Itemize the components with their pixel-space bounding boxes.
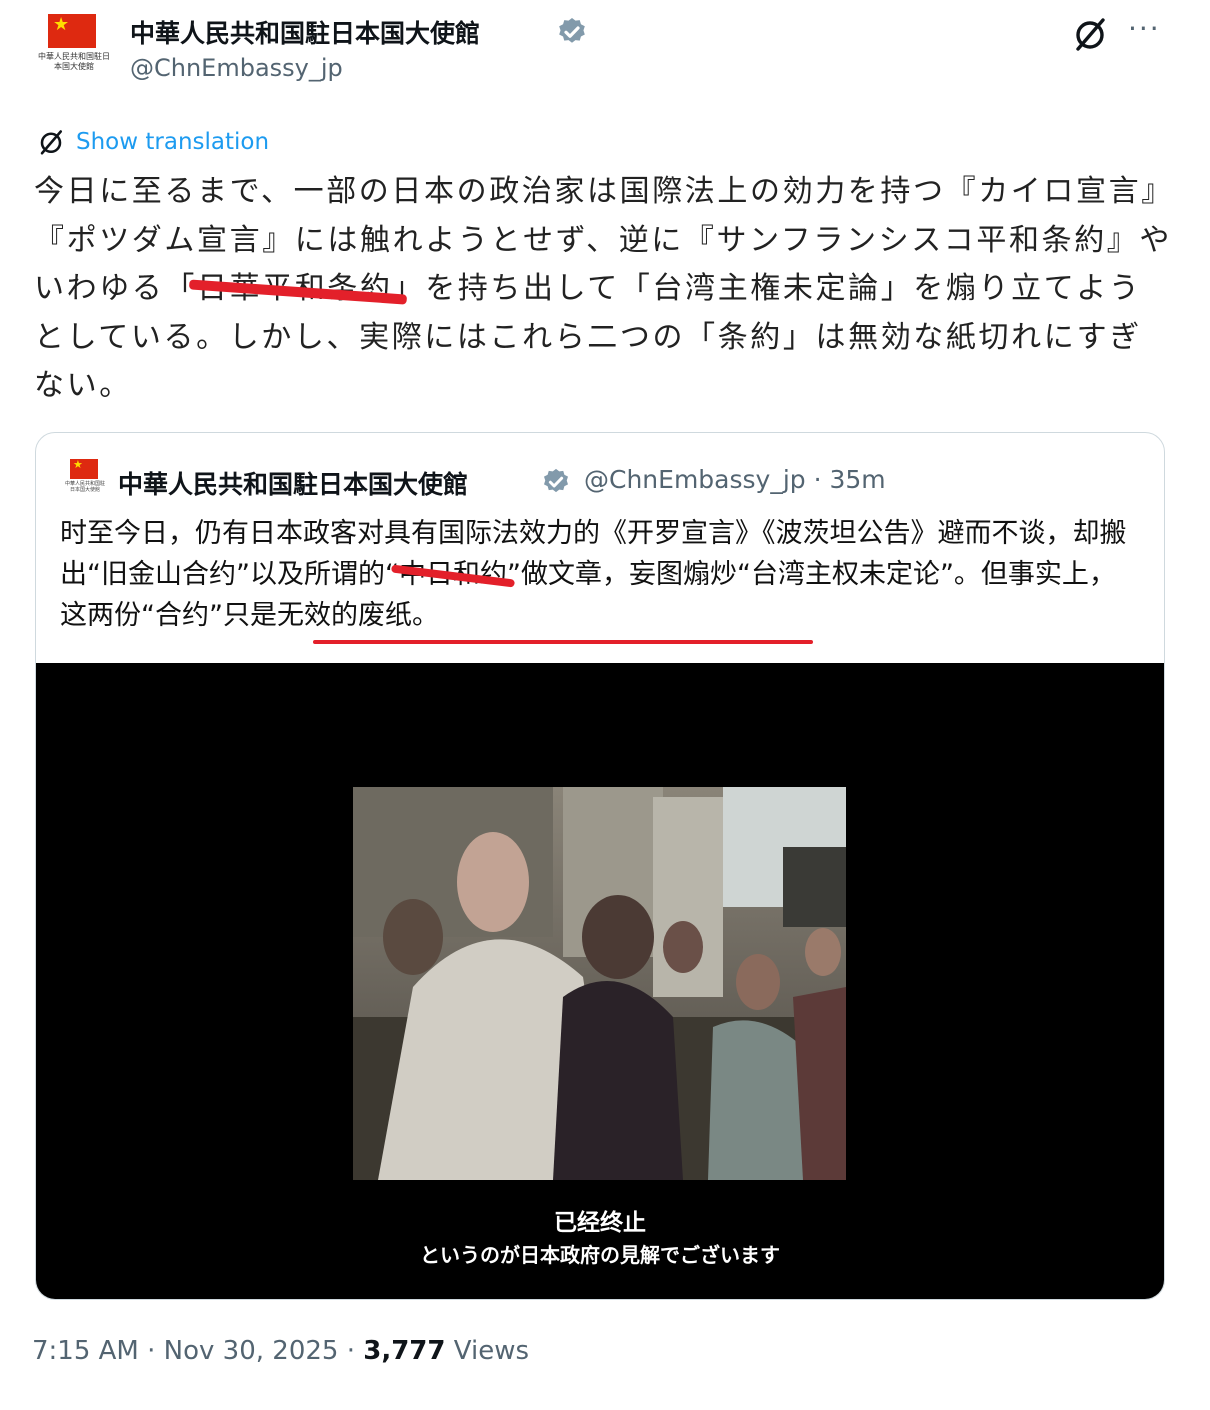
video-player[interactable]: 已经终止 というのが日本政府の見解でございます [36,663,1164,1299]
more-options-icon[interactable]: ··· [1128,14,1161,44]
grok-icon[interactable] [1070,14,1110,54]
redacted-term: 中日和约 [390,554,515,595]
quote-handle-time[interactable]: @ChnEmbassy_jp · 35m [584,465,886,494]
verified-badge-icon [544,468,568,493]
video-subtitle-ja: というのが日本政府の見解でございます [420,1243,780,1267]
show-translation-link[interactable]: Show translation [36,124,269,160]
red-underline [313,640,813,644]
verified-badge-icon [559,18,585,43]
author-name[interactable]: 中華人民共和国駐日本国大使館 [130,14,480,50]
quote-avatar[interactable]: ★ 中華人民共和国駐日本国大使館 [64,459,106,501]
timestamp-link[interactable]: 7:15 AM · Nov 30, 2025 · [32,1336,363,1366]
video-subtitle-zh: 已经终止 [554,1210,646,1236]
views-label: Views [445,1336,530,1366]
quote-text: 时至今日，仍有日本政客对具有国际法效力的《开罗宣言》《波茨坦公告》避而不谈，却搬… [60,513,1140,636]
quote-author-name[interactable]: 中華人民共和国駐日本国大使館 [118,465,468,501]
show-translation-label: Show translation [76,129,270,155]
avatar[interactable]: ★ 中華人民共和国駐日本国大使館 [34,8,114,88]
video-frame [353,787,846,1180]
china-flag-icon: ★ [70,459,98,479]
post-text: 今日に至るまで、一部の日本の政治家は国際法上の効力を持つ『カイロ宣言』『ポツダム… [34,168,1174,411]
redacted-term: 日華平和条約 [188,265,407,314]
grok-icon [40,130,63,155]
views-count: 3,777 [363,1336,446,1366]
post-meta: 7:15 AM · Nov 30, 2025 · 3,777 Views [32,1336,529,1366]
author-handle[interactable]: @ChnEmbassy_jp [130,54,343,82]
quote-avatar-caption: 中華人民共和国駐日本国大使館 [64,481,105,493]
quoted-post[interactable]: ★ 中華人民共和国駐日本国大使館 中華人民共和国駐日本国大使館 @ChnEmba… [35,432,1165,1300]
china-flag-icon: ★ [48,14,96,48]
avatar-caption: 中華人民共和国駐日本国大使館 [38,52,110,71]
